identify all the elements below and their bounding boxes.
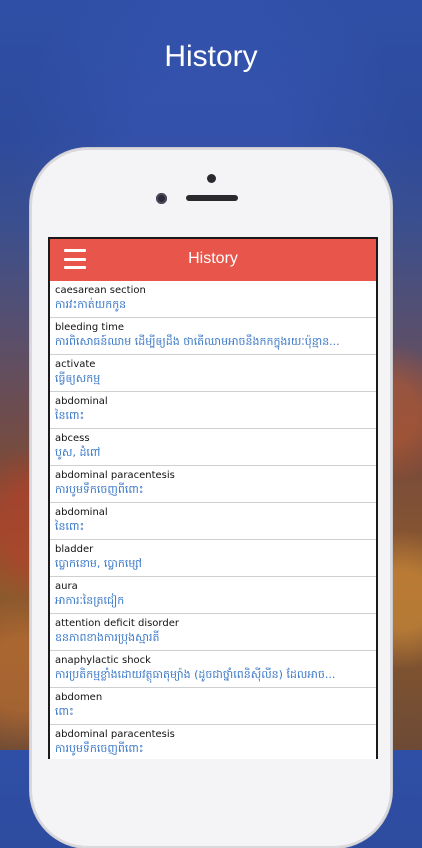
history-definition: ប្លោកនោម, ប្លោកម្សៅ <box>55 557 142 570</box>
history-definition: បូស, ដំពៅ <box>55 446 101 459</box>
history-definition: ពោះ <box>55 705 74 718</box>
history-item[interactable]: abdominal នៃពោះ <box>50 392 376 429</box>
promo-title: History <box>164 40 258 73</box>
history-term: abdominal paracentesis <box>55 470 175 481</box>
history-definition: អាការៈនៃត្រជៀក <box>55 594 125 607</box>
history-definition: ការពិសោធន៍ឈាម ដើម្បីឲ្យដឹង ថាតើឈាមអាចនឹង… <box>55 335 340 348</box>
history-item[interactable]: activate ធ្វើឲ្យសកម្ម <box>50 355 376 392</box>
history-term: caesarean section <box>55 285 146 296</box>
history-item[interactable]: abdominal paracentesis ការបូមទឹកចេញពីពោះ <box>50 725 376 759</box>
history-definition: ធ្វើឲ្យសកម្ម <box>55 372 101 385</box>
history-definition: ការបូមទឹកចេញពីពោះ <box>55 742 144 755</box>
history-definition: ការវះកាត់យកកូន <box>55 298 127 311</box>
history-item[interactable]: caesarean section ការវះកាត់យកកូន <box>50 281 376 318</box>
history-term: abdominal paracentesis <box>55 729 175 740</box>
history-term: bleeding time <box>55 322 125 333</box>
history-definition: ការបូមទឹកចេញពីពោះ <box>55 483 144 496</box>
history-definition: ឧនភាពខាងការប្រុងស្មារតី <box>55 631 160 644</box>
history-item[interactable]: abdominal នៃពោះ <box>50 503 376 540</box>
history-item[interactable]: abcess បូស, ដំពៅ <box>50 429 376 466</box>
earpiece-speaker <box>186 195 238 201</box>
history-term: aura <box>55 581 78 592</box>
history-definition: នៃពោះ <box>55 520 85 533</box>
history-term: abdomen <box>55 692 103 703</box>
history-item[interactable]: bladder ប្លោកនោម, ប្លោកម្សៅ <box>50 540 376 577</box>
history-term: abdominal <box>55 507 108 518</box>
history-item[interactable]: abdominal paracentesis ការបូមទឹកចេញពីពោះ <box>50 466 376 503</box>
history-term: abdominal <box>55 396 108 407</box>
history-term: activate <box>55 359 96 370</box>
history-term: anaphylactic shock <box>55 655 151 666</box>
history-definition: ការប្រតិកម្មខ្លាំងដោយវត្ថុធាតុម្យ៉ាង (ដូ… <box>55 668 336 681</box>
proximity-sensor <box>207 174 216 183</box>
app-screen: History caesarean section ការវះកាត់យកកូន b… <box>48 237 378 759</box>
history-item[interactable]: attention deficit disorder ឧនភាពខាងការប្រ… <box>50 614 376 651</box>
history-definition: នៃពោះ <box>55 409 85 422</box>
history-item[interactable]: bleeding time ការពិសោធន៍ឈាម ដើម្បីឲ្យដឹង … <box>50 318 376 355</box>
history-item[interactable]: aura អាការៈនៃត្រជៀក <box>50 577 376 614</box>
history-term: abcess <box>55 433 90 444</box>
app-bar: History <box>50 239 376 281</box>
app-title: History <box>188 250 238 267</box>
history-item[interactable]: abdomen ពោះ <box>50 688 376 725</box>
history-term: bladder <box>55 544 94 555</box>
front-camera <box>156 193 167 204</box>
history-term: attention deficit disorder <box>55 618 179 629</box>
history-item[interactable]: anaphylactic shock ការប្រតិកម្មខ្លាំងដោយវ… <box>50 651 376 688</box>
history-list: caesarean section ការវះកាត់យកកូន bleeding … <box>50 281 376 759</box>
